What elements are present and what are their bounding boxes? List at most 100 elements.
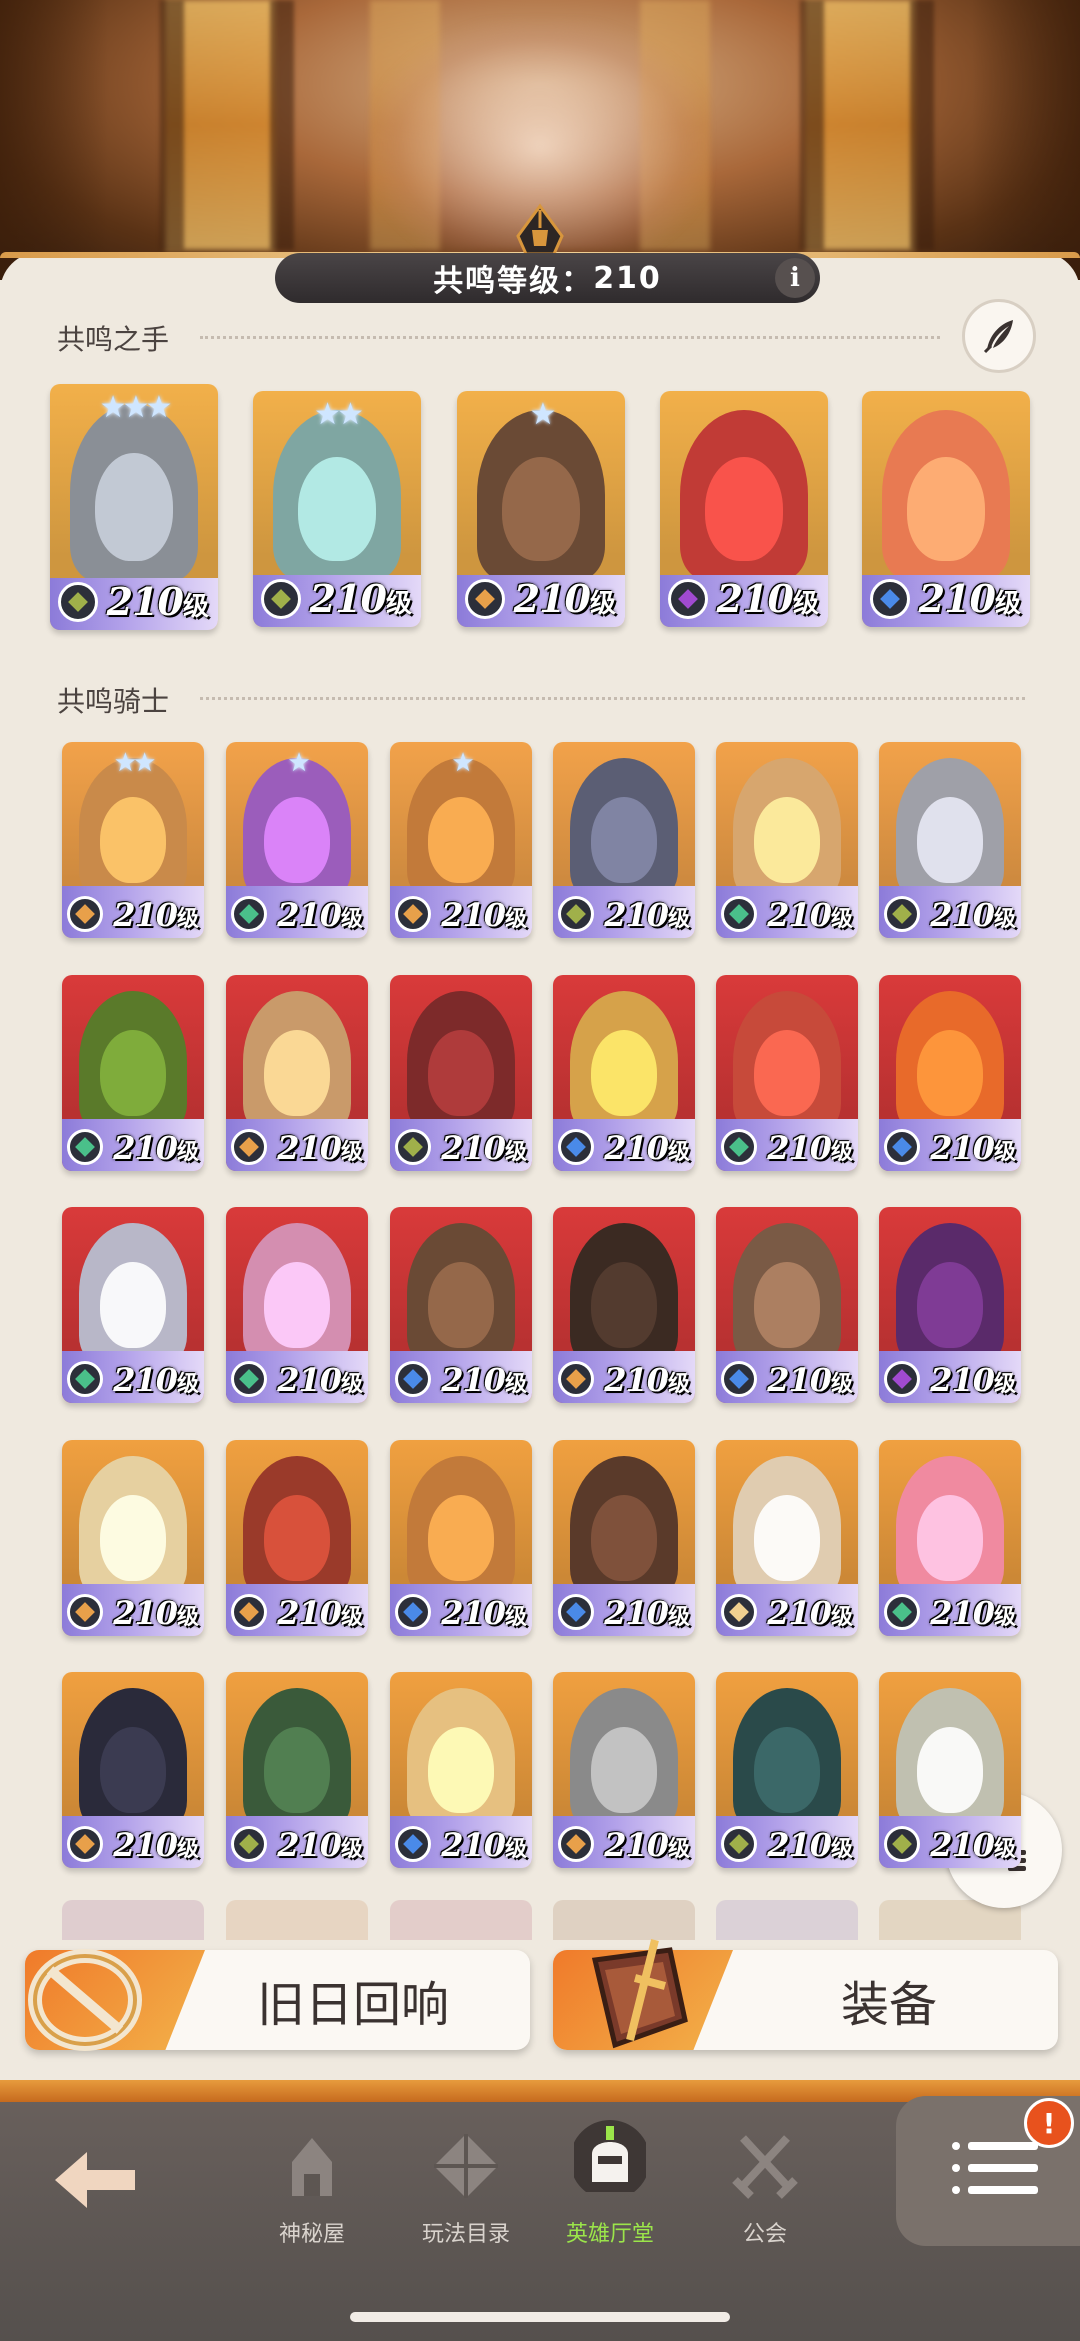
hero-card[interactable]: 210级 (553, 1440, 695, 1636)
hero-card[interactable]: 210级 (879, 1672, 1021, 1868)
hero-card[interactable]: 210级 (226, 1207, 368, 1403)
faction-gem (239, 904, 259, 924)
faction-celestial-icon (884, 1129, 920, 1165)
hero-card[interactable]: 210级 (62, 1672, 204, 1868)
hero-face (754, 796, 820, 884)
hero-level: 210级 (113, 1361, 199, 1399)
hero-card[interactable]: 210级 (226, 1440, 368, 1636)
hero-card[interactable]: 210级 (553, 742, 695, 938)
hero-level-value: 210 (441, 1129, 506, 1167)
hero-card[interactable]: 210级 (660, 391, 828, 627)
hero-face (428, 1726, 494, 1814)
hero-card[interactable]: 210级 (226, 975, 368, 1171)
hero-level-value: 210 (604, 1361, 669, 1399)
faction-wilder-icon (231, 896, 267, 932)
hero-level-value: 210 (113, 1826, 178, 1864)
hero-level: 210级 (767, 1594, 853, 1632)
hero-card[interactable]: 210级 (553, 975, 695, 1171)
hero-card[interactable]: 210级 (716, 1672, 858, 1868)
hero-card[interactable]: ★ 210级 (457, 391, 625, 627)
hero-level-suffix: 级 (993, 1140, 1016, 1165)
faction-graveborn-icon (721, 1826, 757, 1862)
hero-level: 210级 (277, 896, 363, 934)
hero-level-suffix: 级 (340, 1605, 363, 1630)
hero-card[interactable]: 210级 (716, 1207, 858, 1403)
hero-card[interactable]: ★★ 210级 (62, 742, 204, 938)
star-rating: ★ (287, 748, 310, 778)
hero-card[interactable]: 210级 (879, 1440, 1021, 1636)
hero-face (754, 1494, 820, 1582)
faction-graveborn-icon (58, 582, 98, 622)
hero-face (428, 1261, 494, 1349)
hero-level-value: 210 (513, 576, 591, 621)
hero-card[interactable]: 210级 (390, 1207, 532, 1403)
hero-face (917, 796, 983, 884)
star-rating: ★ (451, 748, 474, 778)
hero-level-suffix: 级 (993, 1372, 1016, 1397)
hero-level: 210级 (767, 896, 853, 934)
info-button[interactable]: i (775, 258, 815, 298)
faction-celestial-icon (721, 1361, 757, 1397)
faction-lightbearer-icon (67, 1826, 103, 1862)
hero-card[interactable]: ★ 210级 (390, 742, 532, 938)
hero-face (705, 457, 783, 561)
hero-card[interactable]: ★★ 210级 (253, 391, 421, 627)
hero-level: 210级 (441, 896, 527, 934)
section-title-knights: 共鸣骑士 (57, 685, 170, 718)
hero-level-value: 210 (604, 1594, 669, 1632)
hero-card[interactable]: 210级 (390, 1672, 532, 1868)
hero-card[interactable]: 210级 (226, 1672, 368, 1868)
hero-card[interactable]: 210级 (879, 975, 1021, 1171)
hero-level-suffix: 级 (504, 1372, 527, 1397)
faction-gem (75, 1834, 95, 1854)
faction-graveborn-icon (261, 579, 301, 619)
home-indicator[interactable] (350, 2312, 730, 2322)
faction-gem (239, 1369, 259, 1389)
faction-wilder-icon (67, 1129, 103, 1165)
window-frame (800, 0, 824, 250)
hero-card[interactable]: 210级 (553, 1672, 695, 1868)
hero-level: 210级 (604, 1361, 690, 1399)
hero-card[interactable]: 210级 (879, 742, 1021, 938)
hero-card[interactable]: 210级 (62, 1207, 204, 1403)
back-button[interactable] (45, 2140, 145, 2220)
faction-gem (892, 1369, 912, 1389)
hero-level-suffix: 级 (667, 1372, 690, 1397)
hero-level: 210级 (930, 1361, 1016, 1399)
hero-card[interactable]: ★ 210级 (226, 742, 368, 938)
hero-level-value: 210 (113, 896, 178, 934)
hero-face (591, 1726, 657, 1814)
section-divider (200, 336, 940, 339)
hero-level: 210级 (277, 1129, 363, 1167)
faction-celestial-icon (558, 1129, 594, 1165)
resonance-level-label: 共鸣等级： (433, 264, 594, 299)
hero-level-suffix: 级 (589, 589, 616, 619)
hero-card[interactable]: 210级 (716, 742, 858, 938)
hero-card[interactable]: 210级 (390, 975, 532, 1171)
equipment-label: 装备 (841, 1977, 938, 2033)
hero-face (428, 1494, 494, 1582)
hero-level: 210级 (310, 576, 412, 621)
hero-level-suffix: 级 (340, 1837, 363, 1862)
star-rating: ★★ (113, 748, 157, 778)
hero-card[interactable]: 210级 (716, 1440, 858, 1636)
hero-card[interactable]: 210级 (862, 391, 1030, 627)
hero-card[interactable]: 210级 (62, 1440, 204, 1636)
card-peek (716, 1900, 858, 1940)
hero-card[interactable]: 210级 (390, 1440, 532, 1636)
hero-card[interactable]: 210级 (879, 1207, 1021, 1403)
hero-card[interactable]: 210级 (62, 975, 204, 1171)
faction-gem (566, 1369, 586, 1389)
hero-level-suffix: 级 (176, 1837, 199, 1862)
window-frame (160, 0, 184, 250)
hero-card[interactable]: ★★★ 210级 (50, 384, 218, 630)
hero-level-value: 210 (604, 1129, 669, 1167)
edit-button[interactable] (962, 299, 1036, 373)
hero-card[interactable]: 210级 (716, 975, 858, 1171)
hero-card[interactable]: 210级 (553, 1207, 695, 1403)
hero-level-value: 210 (930, 1129, 995, 1167)
hero-face (298, 457, 376, 561)
hero-level: 210级 (930, 1129, 1016, 1167)
hero-level-value: 210 (106, 579, 184, 624)
hero-level-suffix: 级 (667, 907, 690, 932)
